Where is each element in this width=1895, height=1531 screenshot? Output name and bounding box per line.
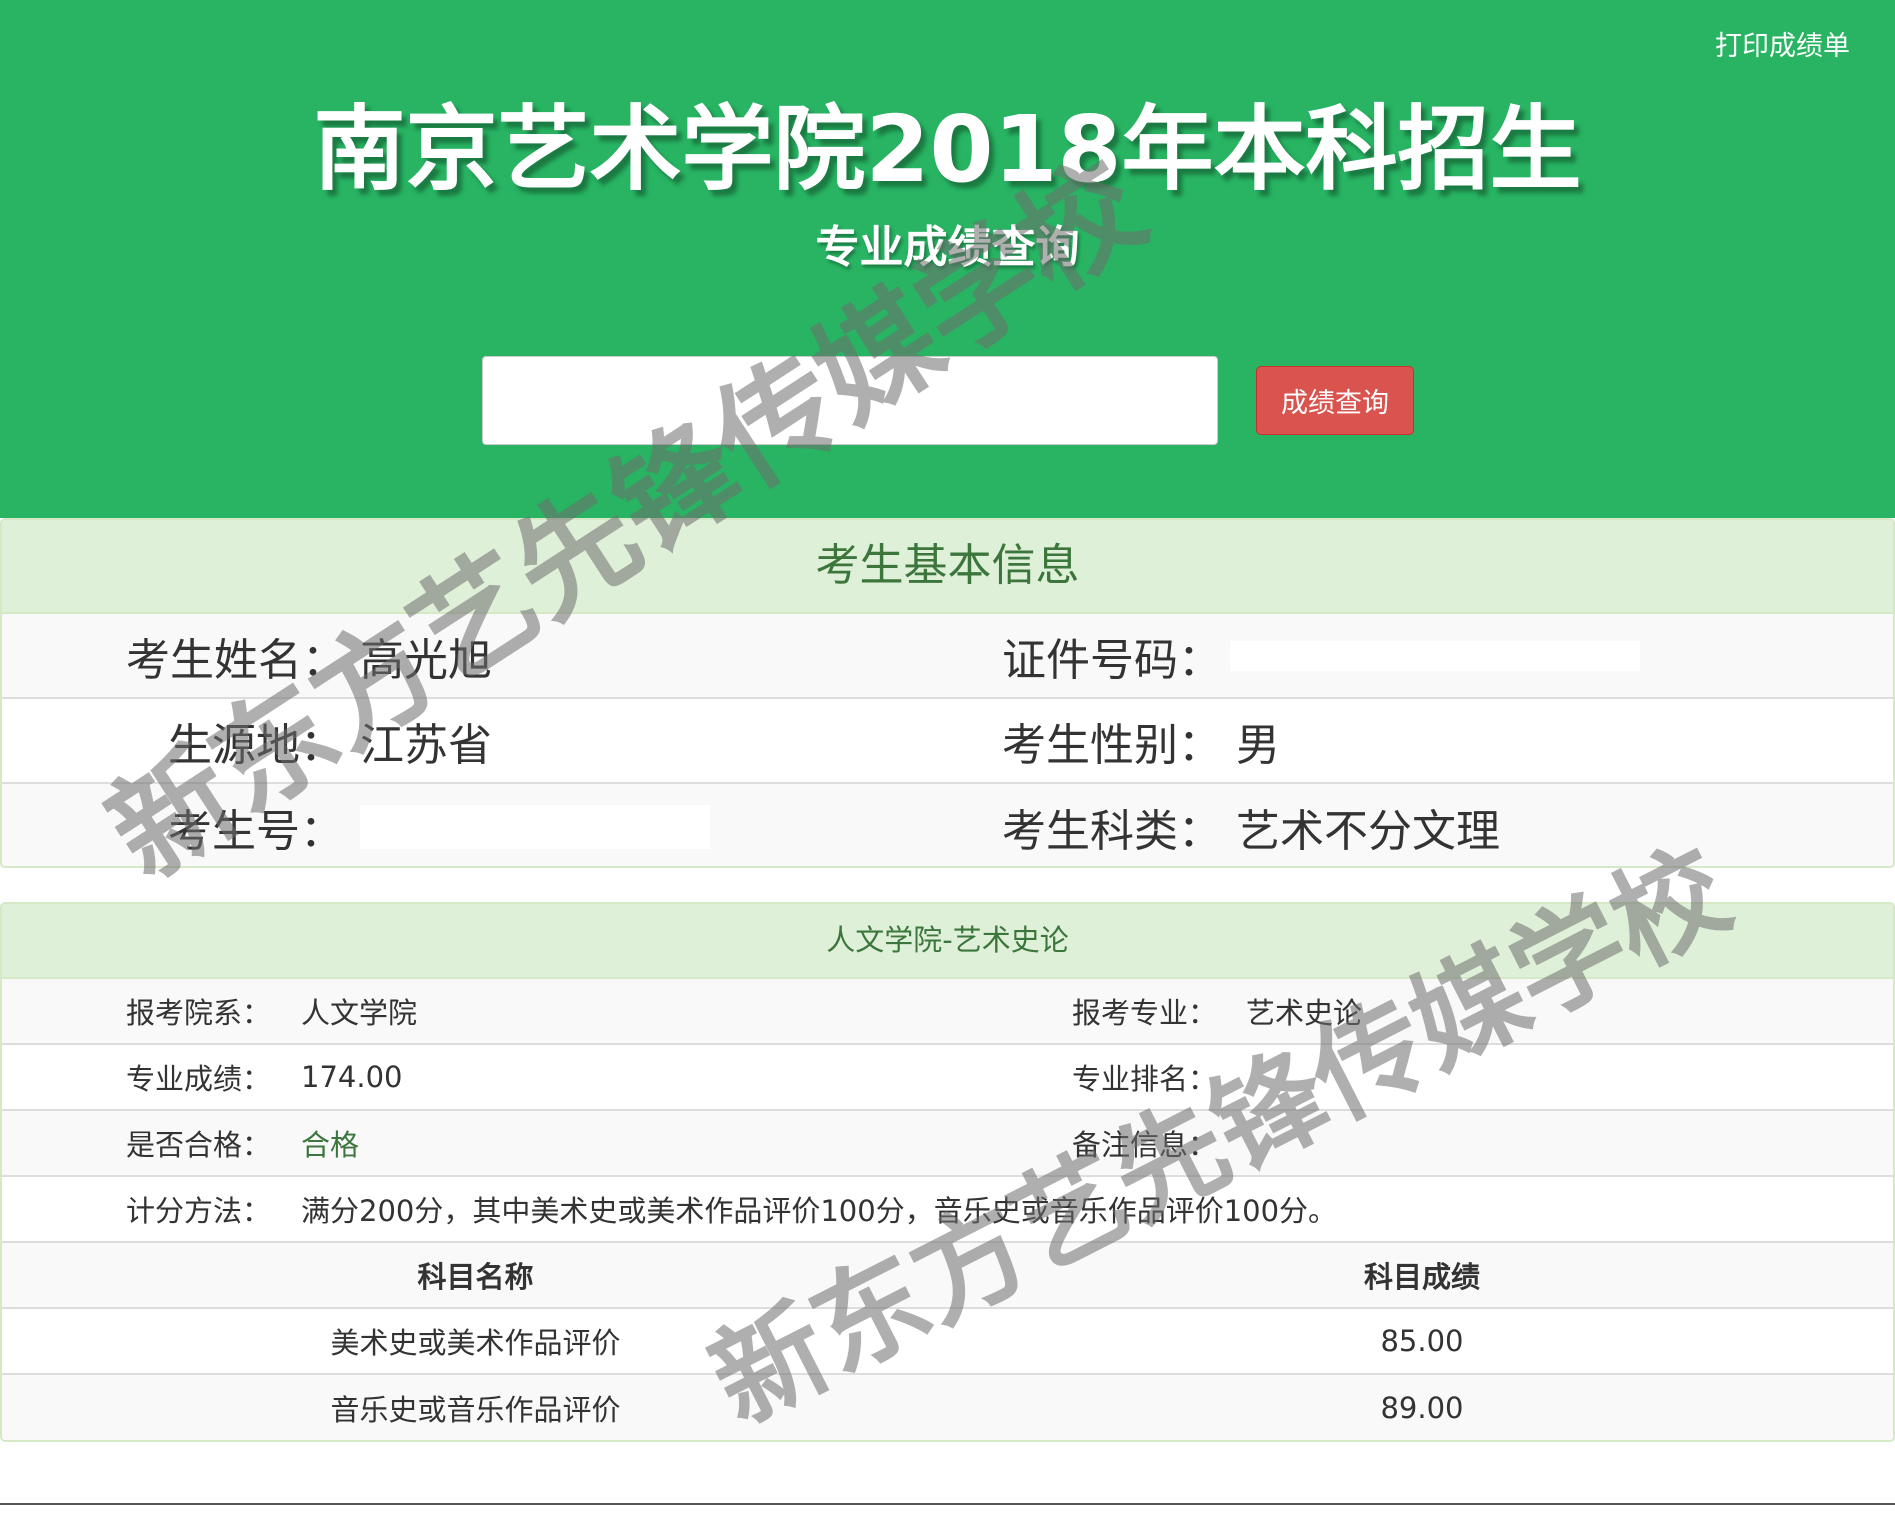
print-scorecard-link[interactable]: 打印成绩单 xyxy=(1715,24,1850,63)
basic-info-heading: 考生基本信息 xyxy=(2,520,1893,614)
score-row: 计分方法： 满分200分，其中美术史或美术作品评价100分，音乐史或音乐作品评价… xyxy=(2,1177,1893,1243)
subject-table-header: 科目名称 科目成绩 xyxy=(2,1243,1893,1309)
major-rank-label: 专业排名： xyxy=(1072,1062,1218,1096)
exam-number-value xyxy=(360,784,710,866)
remarks-label: 备注信息： xyxy=(1072,1128,1218,1162)
subject-score: 85.00 xyxy=(1380,1324,1464,1358)
gender-value: 男 xyxy=(1236,719,1280,771)
score-panel: 人文学院-艺术史论 报考院系： 人文学院 报考专业： 艺术史论 专业成绩： 17… xyxy=(0,902,1895,1442)
major-score-label: 专业成绩： xyxy=(126,1062,272,1096)
origin-label: 生源地： xyxy=(168,719,344,771)
query-button[interactable]: 成绩查询 xyxy=(1256,366,1414,435)
major-value: 艺术史论 xyxy=(1246,996,1363,1030)
table-row: 音乐史或音乐作品评价 89.00 xyxy=(2,1375,1893,1440)
name-label: 考生姓名： xyxy=(126,634,346,686)
subject-name-header: 科目名称 xyxy=(417,1260,534,1294)
department-value: 人文学院 xyxy=(301,996,418,1030)
major-score-value: 174.00 xyxy=(301,1060,403,1094)
redacted-block xyxy=(1230,640,1640,671)
score-row: 报考院系： 人文学院 报考专业： 艺术史论 xyxy=(2,979,1893,1045)
search-input[interactable] xyxy=(482,356,1218,445)
subject-score-header: 科目成绩 xyxy=(1363,1260,1480,1294)
page-divider xyxy=(0,1503,1895,1505)
page-title: 南京艺术学院2018年本科招生 xyxy=(313,96,1582,203)
subject-score: 89.00 xyxy=(1380,1391,1464,1425)
category-label: 考生科类： xyxy=(1002,805,1222,857)
score-row: 专业成绩： 174.00 专业排名： xyxy=(2,1045,1893,1111)
page-subtitle: 专业成绩查询 xyxy=(815,222,1080,273)
id-number-label: 证件号码： xyxy=(1002,634,1222,686)
id-number-value xyxy=(1230,614,1640,697)
info-row: 生源地： 江苏省 考生性别： 男 xyxy=(2,699,1893,784)
name-value: 高光旭 xyxy=(360,634,492,686)
header-banner: 打印成绩单 南京艺术学院2018年本科招生 专业成绩查询 成绩查询 xyxy=(0,0,1895,518)
exam-number-label: 考生号： xyxy=(168,805,344,857)
origin-value: 江苏省 xyxy=(360,719,492,771)
redacted-block xyxy=(360,804,710,849)
qualified-label: 是否合格： xyxy=(126,1128,272,1162)
basic-info-panel: 考生基本信息 考生姓名： 高光旭 证件号码： 生源地： 江苏省 考生性别： 男 … xyxy=(0,518,1895,868)
department-label: 报考院系： xyxy=(126,996,272,1030)
score-panel-heading: 人文学院-艺术史论 xyxy=(2,904,1893,979)
score-row: 是否合格： 合格 备注信息： xyxy=(2,1111,1893,1177)
gender-label: 考生性别： xyxy=(1002,719,1222,771)
major-label: 报考专业： xyxy=(1072,996,1218,1030)
subject-name: 音乐史或音乐作品评价 xyxy=(330,1393,621,1427)
qualified-value: 合格 xyxy=(301,1128,360,1162)
subject-name: 美术史或美术作品评价 xyxy=(330,1326,621,1360)
scoring-method-value: 满分200分，其中美术史或美术作品评价100分，音乐史或音乐作品评价100分。 xyxy=(301,1194,1338,1228)
info-row: 考生姓名： 高光旭 证件号码： xyxy=(2,614,1893,699)
info-row: 考生号： 考生科类： 艺术不分文理 xyxy=(2,784,1893,866)
table-row: 美术史或美术作品评价 85.00 xyxy=(2,1309,1893,1375)
category-value: 艺术不分文理 xyxy=(1236,805,1500,857)
scoring-method-label: 计分方法： xyxy=(126,1194,272,1228)
